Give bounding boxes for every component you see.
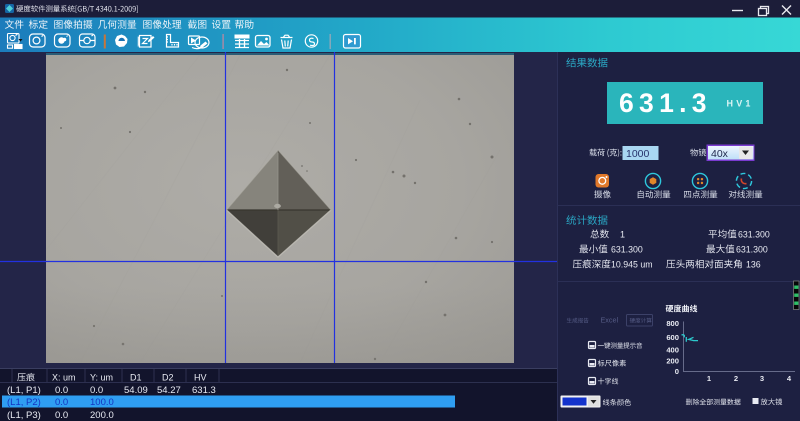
svg-text:0.0: 0.0 [90, 385, 103, 396]
svg-text:54.27: 54.27 [157, 385, 181, 396]
svg-text:1: 1 [620, 230, 625, 240]
svg-text:10.945 um: 10.945 um [611, 260, 653, 270]
svg-text:100.0: 100.0 [90, 397, 114, 408]
svg-text:400: 400 [666, 346, 679, 355]
svg-text:800: 800 [666, 319, 679, 328]
svg-text:0.0: 0.0 [55, 385, 68, 396]
svg-text:2: 2 [734, 374, 738, 383]
svg-text:HV1: HV1 [727, 99, 754, 109]
svg-text:Excel: Excel [601, 316, 619, 325]
svg-text:200.0: 200.0 [90, 410, 114, 421]
svg-text:631.300: 631.300 [611, 245, 643, 255]
svg-text:(L1, P1): (L1, P1) [7, 385, 41, 396]
svg-text:136: 136 [746, 260, 761, 270]
svg-text:1000: 1000 [626, 148, 650, 160]
svg-text:(L1, P3): (L1, P3) [7, 410, 41, 421]
svg-text:X: um: X: um [52, 373, 76, 383]
svg-text:D2: D2 [162, 373, 174, 383]
svg-text:631.300: 631.300 [738, 230, 770, 240]
svg-text:40x: 40x [711, 148, 729, 160]
svg-text:54.09: 54.09 [124, 385, 148, 396]
svg-text:631.3: 631.3 [192, 385, 216, 396]
svg-text:631.300: 631.300 [736, 245, 768, 255]
svg-text:3: 3 [760, 374, 764, 383]
svg-text:0.0: 0.0 [55, 397, 68, 408]
svg-text:(L1, P2): (L1, P2) [7, 397, 41, 408]
svg-text:0.0: 0.0 [55, 410, 68, 421]
svg-text:631.3: 631.3 [619, 88, 712, 118]
svg-text:200: 200 [666, 357, 679, 366]
svg-text:0: 0 [675, 367, 679, 376]
svg-text:Y: um: Y: um [90, 373, 113, 383]
svg-text:600: 600 [666, 333, 679, 342]
svg-text:D1: D1 [130, 373, 142, 383]
svg-text:HV: HV [194, 373, 207, 383]
